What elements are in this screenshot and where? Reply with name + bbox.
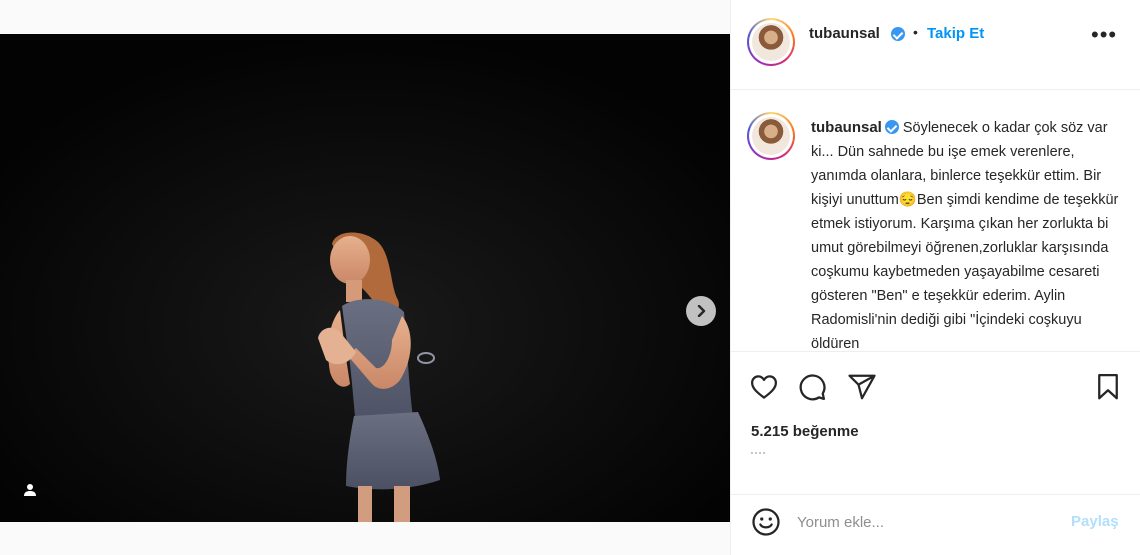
post-media[interactable] bbox=[0, 34, 730, 522]
post-side-panel: tubaunsal • Takip Et ••• tubaunsal Söylen… bbox=[730, 0, 1140, 555]
caption-section: tubaunsal Söylenecek o kadar çok söz var … bbox=[731, 92, 1140, 352]
comment-input[interactable] bbox=[797, 509, 1047, 535]
bookmark-icon[interactable] bbox=[1093, 372, 1123, 402]
header-separator: • bbox=[913, 24, 918, 40]
follow-button[interactable]: Takip Et bbox=[927, 25, 984, 42]
post-comment-button[interactable]: Paylaş bbox=[1071, 513, 1119, 530]
author-username[interactable]: tubaunsal bbox=[809, 25, 880, 42]
post-caption: tubaunsal Söylenecek o kadar çok söz var … bbox=[811, 116, 1121, 352]
heart-icon[interactable] bbox=[749, 372, 779, 402]
author-avatar[interactable] bbox=[747, 18, 795, 66]
emoji-icon[interactable] bbox=[751, 507, 781, 537]
instagram-post-frame: tubaunsal • Takip Et ••• tubaunsal Söylen… bbox=[0, 0, 1140, 555]
share-icon[interactable] bbox=[847, 372, 877, 402]
post-header: tubaunsal • Takip Et ••• bbox=[731, 0, 1140, 90]
comment-bar: Paylaş bbox=[731, 494, 1140, 555]
caption-author-avatar[interactable] bbox=[747, 112, 795, 160]
caption-username[interactable]: tubaunsal bbox=[811, 119, 882, 136]
post-photo bbox=[0, 34, 730, 522]
more-options-icon[interactable]: ••• bbox=[1091, 24, 1117, 46]
carousel-next-button[interactable] bbox=[686, 296, 716, 326]
verified-badge-icon bbox=[884, 120, 899, 134]
user-tag-button[interactable] bbox=[20, 480, 40, 500]
user-tag-icon bbox=[24, 484, 36, 496]
chevron-right-icon bbox=[697, 305, 706, 317]
post-actions bbox=[731, 360, 1140, 410]
comment-icon[interactable] bbox=[797, 372, 827, 402]
post-date-faint bbox=[751, 452, 765, 456]
caption-text: Söylenecek o kadar çok söz var ki... Dün… bbox=[811, 120, 1119, 352]
likes-count[interactable]: 5.215 beğenme bbox=[751, 423, 859, 440]
verified-badge-icon bbox=[891, 27, 905, 41]
